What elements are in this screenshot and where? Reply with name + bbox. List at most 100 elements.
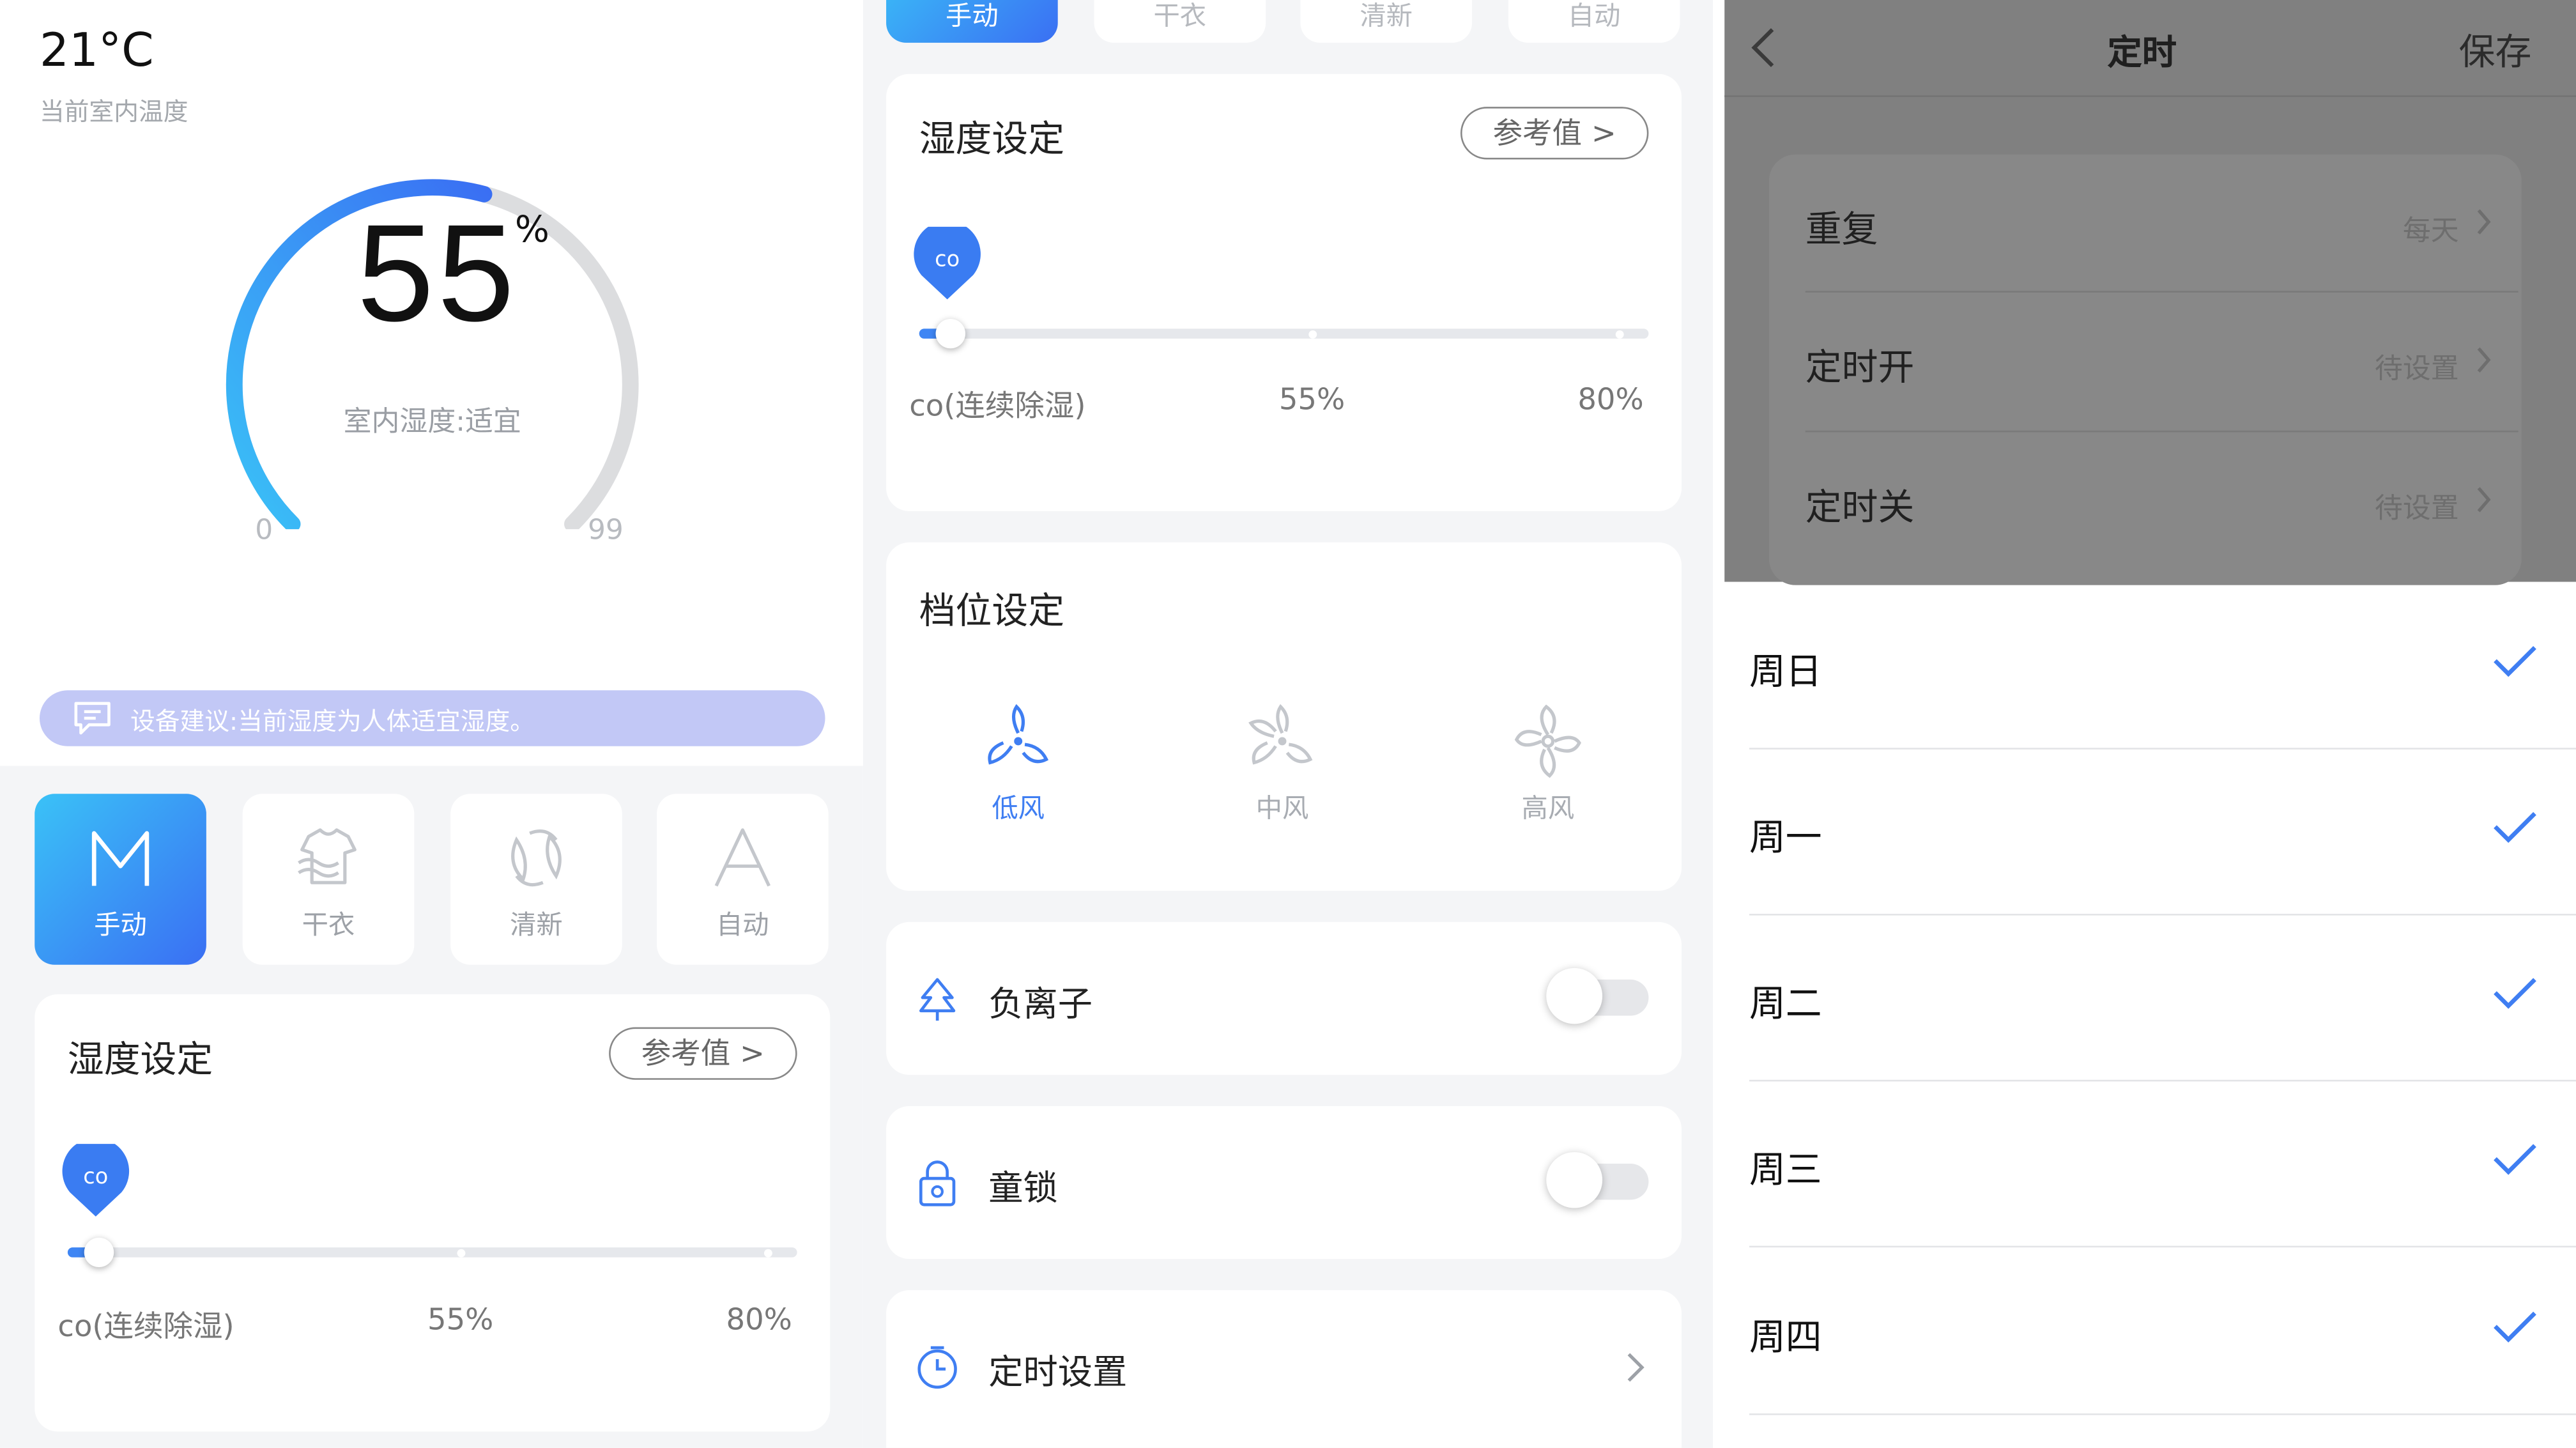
humidity-card-title: 湿度设定 <box>67 1040 213 1082</box>
reference-value-button[interactable]: 参考值 > <box>1460 107 1649 160</box>
checkmark-icon <box>2494 978 2536 1009</box>
slider-label-co: co(连续除湿) <box>909 389 1086 424</box>
tab-label: 干衣 <box>1153 0 1207 31</box>
slider-tick <box>763 1248 772 1257</box>
humidity-status: 室内湿度:适宜 <box>343 406 521 439</box>
day-label: 周三 <box>1749 1150 1822 1192</box>
mode-manual-button[interactable]: 手动 <box>34 794 206 965</box>
slider-label-55: 55% <box>1278 383 1346 418</box>
day-option-monday[interactable]: 周一 <box>1749 750 2576 916</box>
checkmark-icon <box>2494 1144 2536 1175</box>
fan-speed-card: 档位设定 低风 中风 高风 <box>886 542 1682 891</box>
slider-label-80: 80% <box>726 1303 792 1338</box>
tree-icon <box>919 978 956 1021</box>
nav-divider <box>1724 95 2576 97</box>
day-option-sunday[interactable]: 周日 <box>1749 583 2576 750</box>
timer-on-label: 定时开 <box>1805 348 1915 390</box>
tab-fresh[interactable]: 清新 <box>1300 0 1473 43</box>
slider-label-55: 55% <box>427 1303 494 1338</box>
auto-a-icon <box>714 828 771 887</box>
chevron-right-icon <box>2477 487 2491 512</box>
fan-option-label: 中风 <box>1255 792 1309 824</box>
fan-medium-option[interactable]: 中风 <box>1200 704 1365 824</box>
lock-icon <box>919 1160 956 1206</box>
tab-dry-clothes[interactable]: 干衣 <box>1094 0 1266 43</box>
child-lock-toggle[interactable] <box>1546 1151 1652 1208</box>
fan-high-icon <box>1514 704 1581 778</box>
mode-label: 手动 <box>94 909 147 941</box>
message-icon <box>74 702 111 735</box>
fan-low-icon <box>988 704 1049 765</box>
day-label: 周日 <box>1749 652 1822 694</box>
checkmark-icon <box>2494 646 2536 677</box>
slider-handle[interactable] <box>935 318 966 349</box>
humidity-card: 湿度设定 参考值 > co co(连续除湿) 55% 80% <box>886 73 1682 511</box>
repeat-row[interactable]: 重复 每天 <box>1805 155 2518 295</box>
save-button[interactable]: 保存 <box>2459 23 2532 75</box>
day-option-wednesday[interactable]: 周三 <box>1749 1081 2576 1248</box>
slider-handle[interactable] <box>84 1237 114 1268</box>
timer-settings-label: 定时设置 <box>988 1352 1128 1392</box>
mode-label: 干衣 <box>302 909 355 941</box>
shirt-icon <box>298 828 356 884</box>
chevron-right-icon <box>1627 1353 1644 1382</box>
slider-tick <box>1615 329 1624 338</box>
checkmark-icon <box>2494 812 2536 843</box>
room-temperature-label: 当前室内温度 <box>39 96 188 127</box>
slider-tick <box>457 1248 466 1257</box>
day-option-thursday[interactable]: 周四 <box>1749 1249 2576 1415</box>
room-temperature: 21°C <box>39 23 154 77</box>
mode-fresh-button[interactable]: 清新 <box>450 794 622 965</box>
settings-screen: 手动 干衣 清新 自动 湿度设定 参考值 > co co(连续除湿) 55% 8… <box>862 0 1713 1448</box>
humidity-value: 55 <box>356 196 518 350</box>
fan-option-label: 低风 <box>992 792 1045 824</box>
fan-low-option[interactable]: 低风 <box>936 704 1101 824</box>
tab-label: 自动 <box>1567 0 1621 31</box>
timer-screen: 定时 保存 重复 每天 定时开 待设置 定时关 待设置 周日 周一 周二 周三 … <box>1713 0 2576 1448</box>
fan-option-label: 高风 <box>1521 792 1575 824</box>
gauge-min-label: 0 <box>255 514 273 548</box>
back-icon[interactable] <box>1749 26 1775 69</box>
leaf-refresh-icon <box>511 829 562 887</box>
chevron-right-icon <box>2477 347 2491 373</box>
anion-label: 负离子 <box>988 984 1092 1024</box>
day-label: 周一 <box>1749 818 1822 860</box>
timer-on-value: 待设置 <box>2374 353 2459 387</box>
reference-value-button[interactable]: 参考值 > <box>609 1027 797 1080</box>
slider-label-co: co(连续除湿) <box>57 1309 234 1344</box>
day-option-tuesday[interactable]: 周二 <box>1749 916 2576 1082</box>
fan-medium-icon <box>1248 704 1313 765</box>
humidity-slider[interactable] <box>919 318 1649 349</box>
gauge-max-label: 99 <box>587 514 624 548</box>
timer-off-row[interactable]: 定时关 待设置 <box>1805 432 2518 572</box>
humidity-card: 湿度设定 参考值 > co co(连续除湿) 55% 80% <box>34 994 831 1432</box>
timer-settings-row[interactable]: 定时设置 <box>886 1290 1682 1448</box>
humidity-card-title: 湿度设定 <box>919 119 1065 162</box>
mode-dry-clothes-button[interactable]: 干衣 <box>242 794 415 965</box>
checkmark-icon <box>2494 1311 2536 1343</box>
advice-banner: 设备建议:当前湿度为人体适宜湿度。 <box>39 690 825 746</box>
tab-label: 清新 <box>1360 0 1413 31</box>
anion-toggle[interactable] <box>1546 967 1652 1024</box>
fan-speed-title: 档位设定 <box>919 591 1065 633</box>
repeat-label: 重复 <box>1805 210 1878 252</box>
fan-high-option[interactable]: 高风 <box>1466 704 1630 824</box>
slider-label-80: 80% <box>1577 383 1644 418</box>
mode-label: 自动 <box>716 909 769 941</box>
timer-off-label: 定时关 <box>1805 488 1915 530</box>
mode-auto-button[interactable]: 自动 <box>657 794 829 965</box>
chevron-right-icon <box>2477 209 2491 235</box>
tab-auto[interactable]: 自动 <box>1508 0 1680 43</box>
timer-on-row[interactable]: 定时开 待设置 <box>1805 293 2518 433</box>
mode-label: 清新 <box>510 909 563 941</box>
tab-manual[interactable]: 手动 <box>886 0 1058 43</box>
humidity-unit: % <box>514 210 549 252</box>
slider-tick <box>1308 329 1317 338</box>
tab-label: 手动 <box>946 0 999 31</box>
humidity-slider[interactable] <box>67 1237 797 1268</box>
anion-row: 负离子 <box>886 921 1682 1075</box>
day-label: 周二 <box>1749 984 1822 1026</box>
manual-m-icon <box>91 831 150 886</box>
day-label: 周四 <box>1749 1318 1822 1360</box>
child-lock-row: 童锁 <box>886 1105 1682 1259</box>
